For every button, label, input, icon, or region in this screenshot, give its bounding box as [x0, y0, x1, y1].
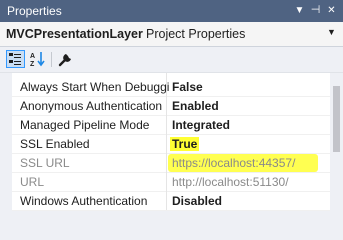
pin-icon[interactable]: ⊣: [308, 3, 323, 18]
scrollbar-thumb[interactable]: [333, 86, 340, 152]
property-row-url[interactable]: URL http://localhost:51130/: [12, 173, 330, 192]
property-value[interactable]: False: [172, 80, 203, 94]
object-selector[interactable]: MVCPresentationLayer Project Properties …: [0, 22, 343, 47]
property-name: SSL Enabled: [20, 137, 90, 151]
column-divider[interactable]: [166, 73, 167, 210]
property-row-ssl-enabled[interactable]: SSL Enabled True: [12, 135, 330, 154]
property-value: True: [170, 137, 200, 151]
toolbar-separator: [51, 52, 52, 67]
property-name: Always Start When Debuggi: [20, 80, 169, 94]
property-value[interactable]: Enabled: [172, 99, 219, 113]
property-value[interactable]: Disabled: [172, 194, 222, 208]
alphabetical-button[interactable]: A Z: [28, 50, 47, 68]
property-row-always-start[interactable]: Always Start When Debuggi False: [12, 78, 330, 97]
property-grid: Always Start When Debuggi False Anonymou…: [0, 73, 343, 211]
window-title: Properties: [7, 4, 62, 18]
object-name: MVCPresentationLayer: [6, 27, 143, 41]
svg-text:Z: Z: [30, 61, 35, 68]
alphabetical-sort-icon: A Z: [30, 52, 45, 68]
dropdown-arrow-icon[interactable]: ▼: [327, 27, 336, 37]
property-pages-button[interactable]: [56, 50, 75, 68]
wrench-icon: [58, 54, 71, 67]
property-name: URL: [20, 175, 45, 189]
property-value-highlight[interactable]: True: [170, 137, 200, 151]
window-title-bar: Properties ▼ ⊣ ✕: [0, 0, 343, 22]
object-type: Project Properties: [146, 27, 246, 41]
categorized-icon: [9, 53, 21, 65]
categorized-button[interactable]: [6, 50, 25, 68]
chevron-down-icon[interactable]: ▼: [292, 3, 307, 18]
property-name: Anonymous Authentication: [20, 99, 163, 113]
close-icon[interactable]: ✕: [324, 3, 339, 18]
property-row-windows-auth[interactable]: Windows Authentication Disabled: [12, 192, 330, 211]
properties-toolbar: A Z: [0, 47, 343, 73]
property-name: Windows Authentication: [20, 194, 148, 208]
svg-text:A: A: [30, 53, 35, 60]
property-row-pipeline-mode[interactable]: Managed Pipeline Mode Integrated: [12, 116, 330, 135]
property-value[interactable]: http://localhost:51130/: [172, 175, 289, 189]
property-row-ssl-url[interactable]: SSL URL https://localhost:44357/: [12, 154, 330, 173]
property-value[interactable]: https://localhost:44357/: [172, 156, 295, 170]
property-name: SSL URL: [20, 156, 70, 170]
property-value[interactable]: Integrated: [172, 118, 230, 132]
grid-gutter: [0, 73, 12, 210]
property-name: Managed Pipeline Mode: [20, 118, 150, 132]
property-row-anonymous-auth[interactable]: Anonymous Authentication Enabled: [12, 97, 330, 116]
